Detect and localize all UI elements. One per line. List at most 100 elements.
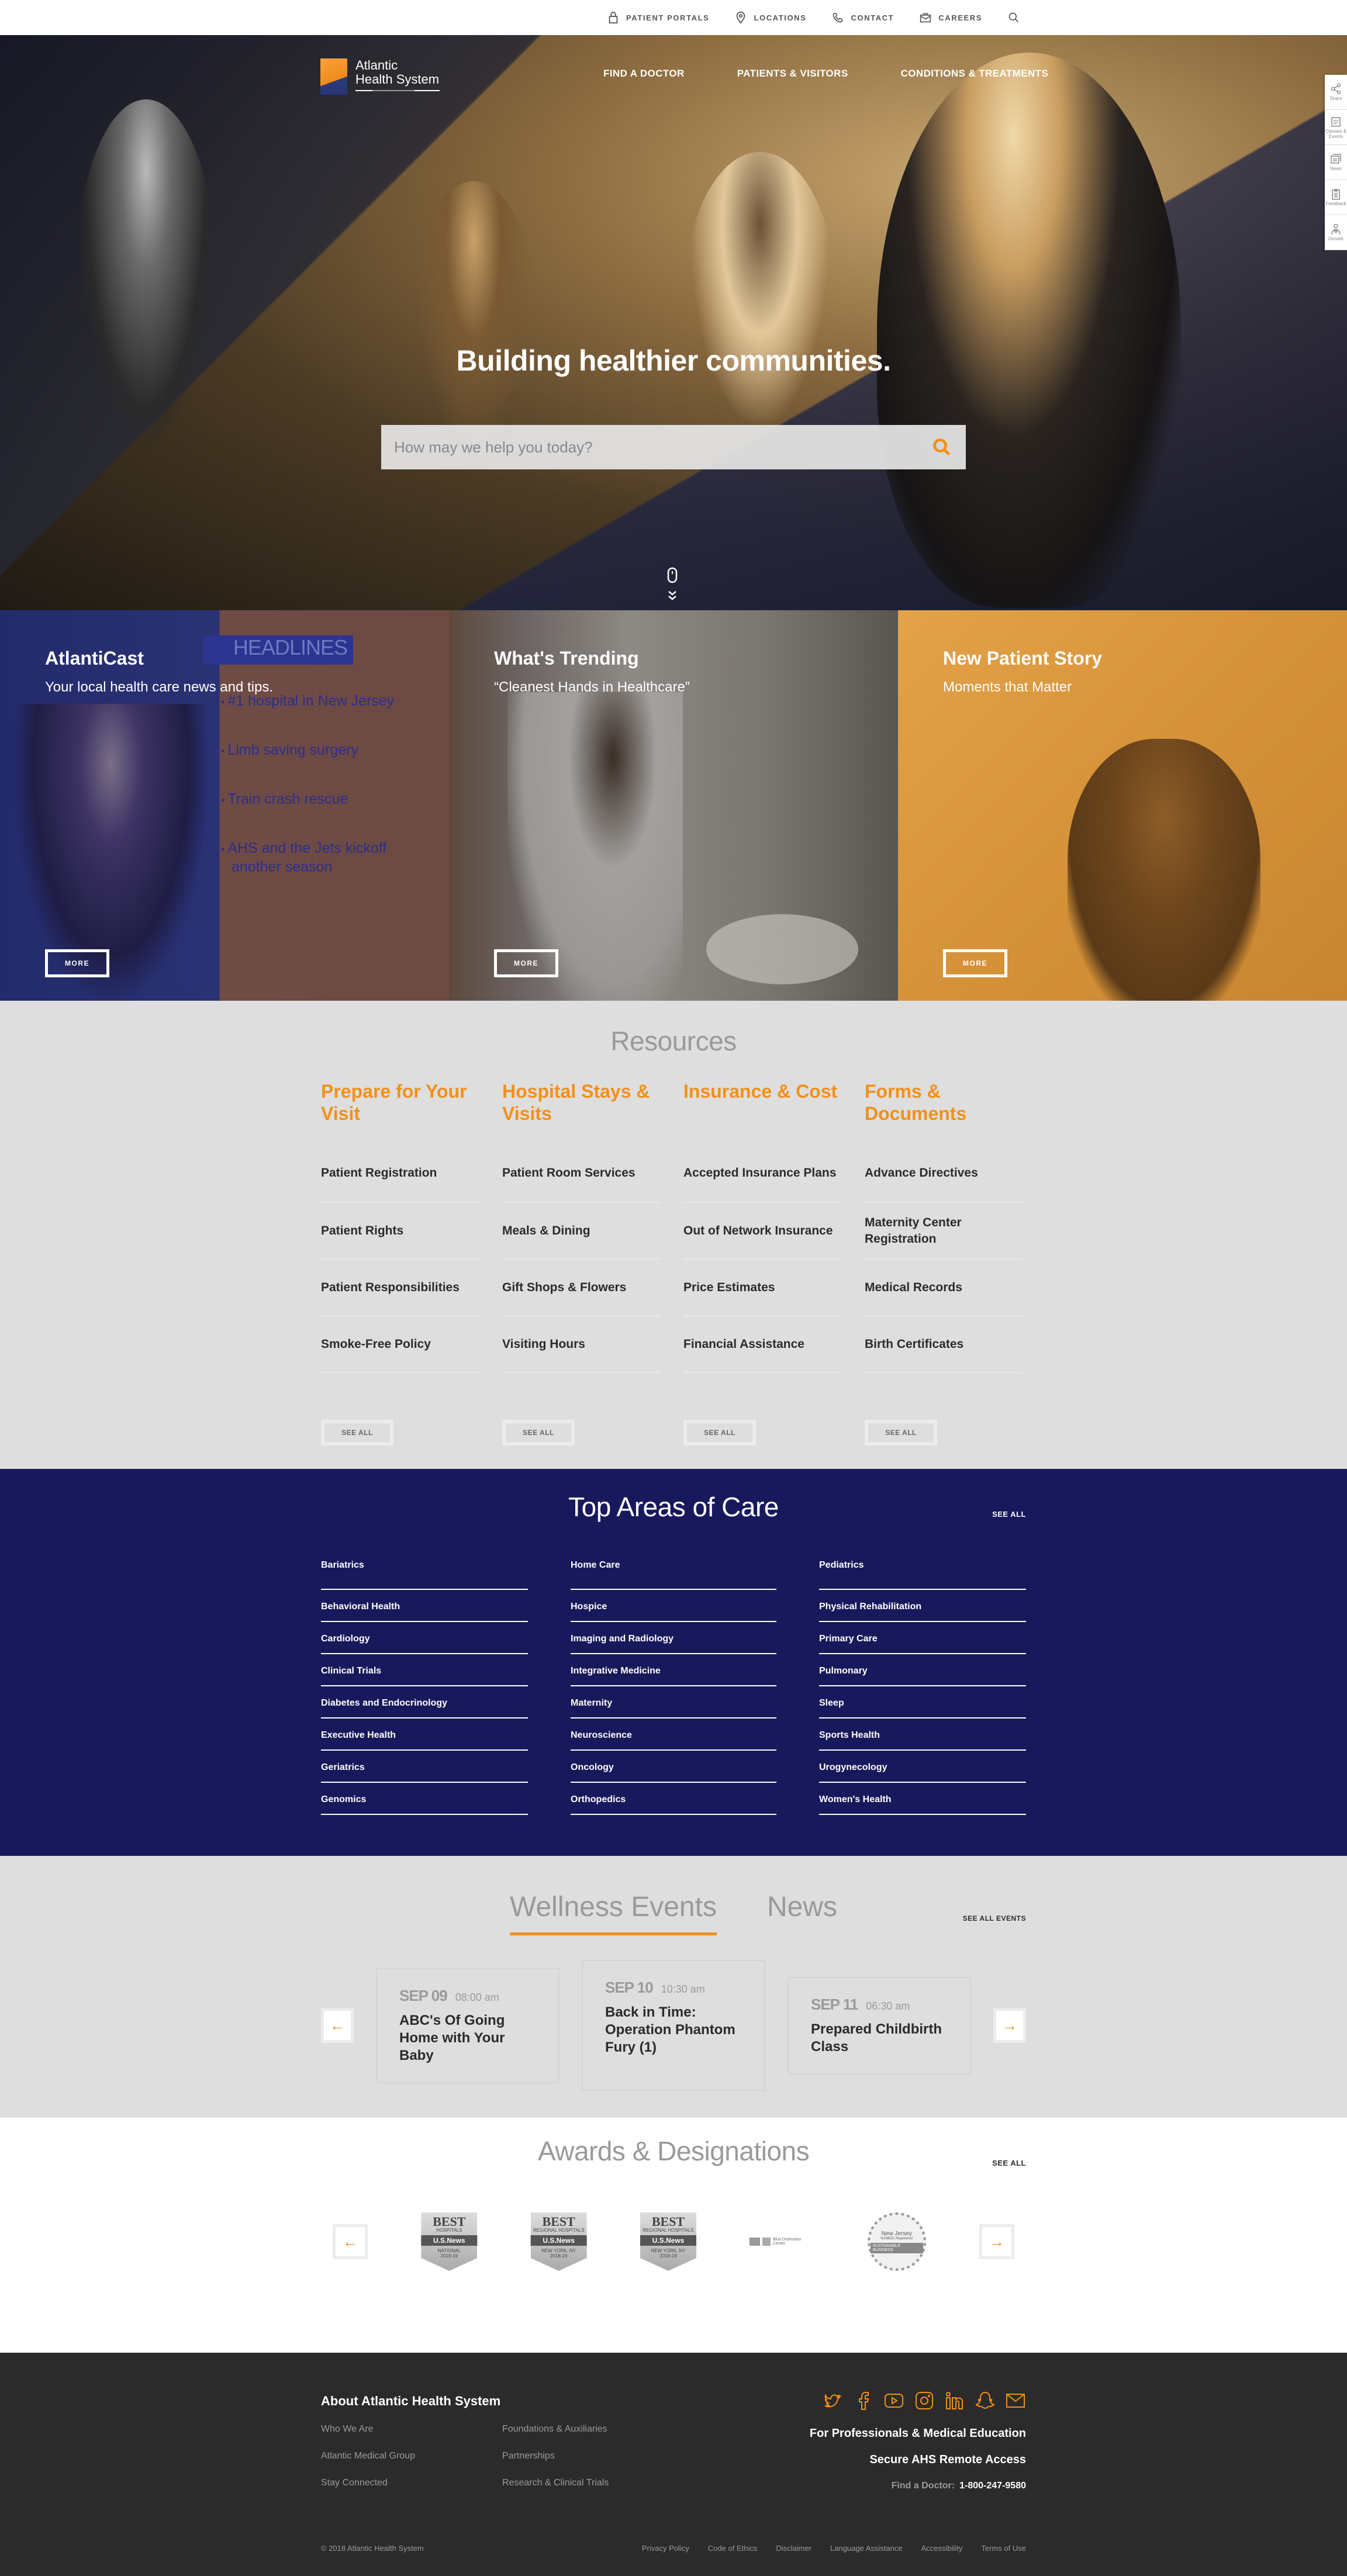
- nav-conditions-treatments[interactable]: CONDITIONS & TREATMENTS: [901, 68, 1049, 79]
- careers-link[interactable]: CAREERS: [920, 11, 982, 24]
- site-search-button[interactable]: [1008, 11, 1020, 24]
- care-area-link[interactable]: Home Care: [571, 1558, 776, 1590]
- resource-link[interactable]: Maternity Center Registration: [865, 1203, 1023, 1260]
- awards-see-all-link[interactable]: SEE ALL: [992, 2159, 1026, 2167]
- resource-link[interactable]: Patient Room Services: [502, 1144, 660, 1203]
- email-link[interactable]: [1005, 2390, 1026, 2414]
- resource-link[interactable]: Out of Network Insurance: [683, 1203, 841, 1260]
- care-area-link[interactable]: Urogynecology: [819, 1751, 1026, 1783]
- legal-link[interactable]: Accessibility: [921, 2544, 963, 2553]
- care-area-link[interactable]: Genomics: [321, 1783, 528, 1815]
- resource-link[interactable]: Medical Records: [865, 1260, 1023, 1316]
- linkedin-link[interactable]: [944, 2390, 965, 2414]
- awards-prev-button[interactable]: ←: [333, 2224, 368, 2259]
- resources-heading[interactable]: Forms & Documents: [865, 1080, 1023, 1144]
- care-area-link[interactable]: Integrative Medicine: [571, 1654, 776, 1686]
- tab-wellness-events[interactable]: Wellness Events: [510, 1891, 717, 1935]
- event-card[interactable]: SEP 09 08:00 am ABC's Of Going Home with …: [376, 1968, 559, 2083]
- see-all-button[interactable]: SEE ALL: [321, 1420, 393, 1446]
- snapchat-link[interactable]: [975, 2390, 996, 2414]
- resource-link[interactable]: Accepted Insurance Plans: [683, 1144, 841, 1203]
- patient-portals-link[interactable]: PATIENT PORTALS: [607, 11, 709, 24]
- resource-link[interactable]: Birth Certificates: [865, 1316, 1023, 1373]
- care-area-link[interactable]: Orthopedics: [571, 1783, 776, 1815]
- tile-new-patient-story[interactable]: New Patient Story Moments that Matter MO…: [898, 610, 1347, 1001]
- footer-link[interactable]: Atlantic Medical Group: [321, 2451, 502, 2461]
- resource-link[interactable]: Advance Directives: [865, 1144, 1023, 1203]
- tab-news[interactable]: News: [767, 1891, 837, 1935]
- footer-link[interactable]: Foundations & Auxiliaries: [502, 2424, 683, 2435]
- twitter-link[interactable]: [823, 2390, 844, 2414]
- care-area-link[interactable]: Pediatrics: [819, 1558, 1026, 1590]
- care-area-link[interactable]: Women's Health: [819, 1783, 1026, 1815]
- logo[interactable]: Atlantic Health System: [320, 58, 440, 95]
- resource-link[interactable]: Smoke-Free Policy: [321, 1316, 479, 1373]
- contact-link[interactable]: CONTACT: [832, 11, 894, 24]
- dock-share[interactable]: Share: [1325, 75, 1347, 110]
- resource-link[interactable]: Patient Responsibilities: [321, 1260, 479, 1316]
- more-button[interactable]: MORE: [45, 949, 109, 977]
- instagram-link[interactable]: [914, 2390, 935, 2414]
- tile-atlanticast[interactable]: HEADLINES #1 hospital in New Jersey Limb…: [0, 610, 449, 1001]
- resource-link[interactable]: Price Estimates: [683, 1260, 841, 1316]
- legal-link[interactable]: Language Assistance: [830, 2544, 903, 2553]
- see-all-button[interactable]: SEE ALL: [683, 1420, 756, 1446]
- care-area-link[interactable]: Geriatrics: [321, 1751, 528, 1783]
- phone-number-link[interactable]: 1-800-247-9580: [959, 2481, 1026, 2491]
- nav-patients-visitors[interactable]: PATIENTS & VISITORS: [737, 68, 848, 79]
- care-area-link[interactable]: Behavioral Health: [321, 1590, 528, 1622]
- awards-next-button[interactable]: →: [979, 2224, 1014, 2259]
- resource-link[interactable]: Financial Assistance: [683, 1316, 841, 1373]
- event-card[interactable]: SEP 10 10:30 am Back in Time: Operation P…: [582, 1960, 765, 2091]
- care-see-all-link[interactable]: SEE ALL: [992, 1510, 1026, 1519]
- resource-link[interactable]: Patient Registration: [321, 1144, 479, 1203]
- see-all-events-link[interactable]: SEE ALL EVENTS: [963, 1914, 1026, 1923]
- care-area-link[interactable]: Maternity: [571, 1686, 776, 1719]
- dock-classes-events[interactable]: Classes & Events: [1325, 110, 1347, 145]
- resource-link[interactable]: Meals & Dining: [502, 1203, 660, 1260]
- remote-access-link[interactable]: Secure AHS Remote Access: [810, 2453, 1026, 2467]
- dock-donate[interactable]: Donate: [1325, 215, 1347, 250]
- care-area-link[interactable]: Neuroscience: [571, 1719, 776, 1751]
- resources-heading[interactable]: Insurance & Cost: [683, 1080, 841, 1144]
- care-area-link[interactable]: Executive Health: [321, 1719, 528, 1751]
- footer-link[interactable]: Partnerships: [502, 2451, 683, 2461]
- facebook-link[interactable]: [853, 2390, 874, 2414]
- see-all-button[interactable]: SEE ALL: [865, 1420, 937, 1446]
- resource-link[interactable]: Patient Rights: [321, 1203, 479, 1260]
- resource-link[interactable]: Visiting Hours: [502, 1316, 660, 1373]
- dock-feedback[interactable]: Feedback: [1325, 180, 1347, 215]
- resources-heading[interactable]: Prepare for Your Visit: [321, 1080, 479, 1144]
- tile-whats-trending[interactable]: What's Trending “Cleanest Hands in Healt…: [449, 610, 898, 1001]
- care-area-link[interactable]: Clinical Trials: [321, 1654, 528, 1686]
- legal-link[interactable]: Terms of Use: [981, 2544, 1026, 2553]
- nav-find-a-doctor[interactable]: FIND A DOCTOR: [603, 68, 685, 79]
- care-area-link[interactable]: Hospice: [571, 1590, 776, 1622]
- care-area-link[interactable]: Diabetes and Endocrinology: [321, 1686, 528, 1719]
- care-area-link[interactable]: Physical Rehabilitation: [819, 1590, 1026, 1622]
- see-all-button[interactable]: SEE ALL: [502, 1420, 575, 1446]
- footer-link[interactable]: Who We Are: [321, 2424, 502, 2435]
- scroll-down-indicator[interactable]: [665, 567, 679, 604]
- professionals-link[interactable]: For Professionals & Medical Education: [810, 2427, 1026, 2440]
- footer-link[interactable]: Stay Connected: [321, 2478, 502, 2488]
- hero-search-input[interactable]: [394, 438, 931, 457]
- dock-news[interactable]: News: [1325, 145, 1347, 180]
- more-button[interactable]: MORE: [494, 949, 558, 977]
- care-area-link[interactable]: Sleep: [819, 1686, 1026, 1719]
- care-area-link[interactable]: Imaging and Radiology: [571, 1622, 776, 1654]
- care-area-link[interactable]: Primary Care: [819, 1622, 1026, 1654]
- care-area-link[interactable]: Cardiology: [321, 1622, 528, 1654]
- event-card[interactable]: SEP 11 06:30 am Prepared Childbirth Class: [788, 1976, 971, 2074]
- legal-link[interactable]: Code of Ethics: [708, 2544, 758, 2553]
- care-area-link[interactable]: Sports Health: [819, 1719, 1026, 1751]
- locations-link[interactable]: LOCATIONS: [735, 11, 806, 24]
- events-prev-button[interactable]: ←: [321, 2008, 354, 2043]
- resource-link[interactable]: Gift Shops & Flowers: [502, 1260, 660, 1316]
- footer-link[interactable]: Research & Clinical Trials: [502, 2478, 683, 2488]
- legal-link[interactable]: Disclaimer: [776, 2544, 811, 2553]
- care-area-link[interactable]: Oncology: [571, 1751, 776, 1783]
- more-button[interactable]: MORE: [943, 949, 1007, 977]
- legal-link[interactable]: Privacy Policy: [642, 2544, 689, 2553]
- events-next-button[interactable]: →: [993, 2008, 1026, 2043]
